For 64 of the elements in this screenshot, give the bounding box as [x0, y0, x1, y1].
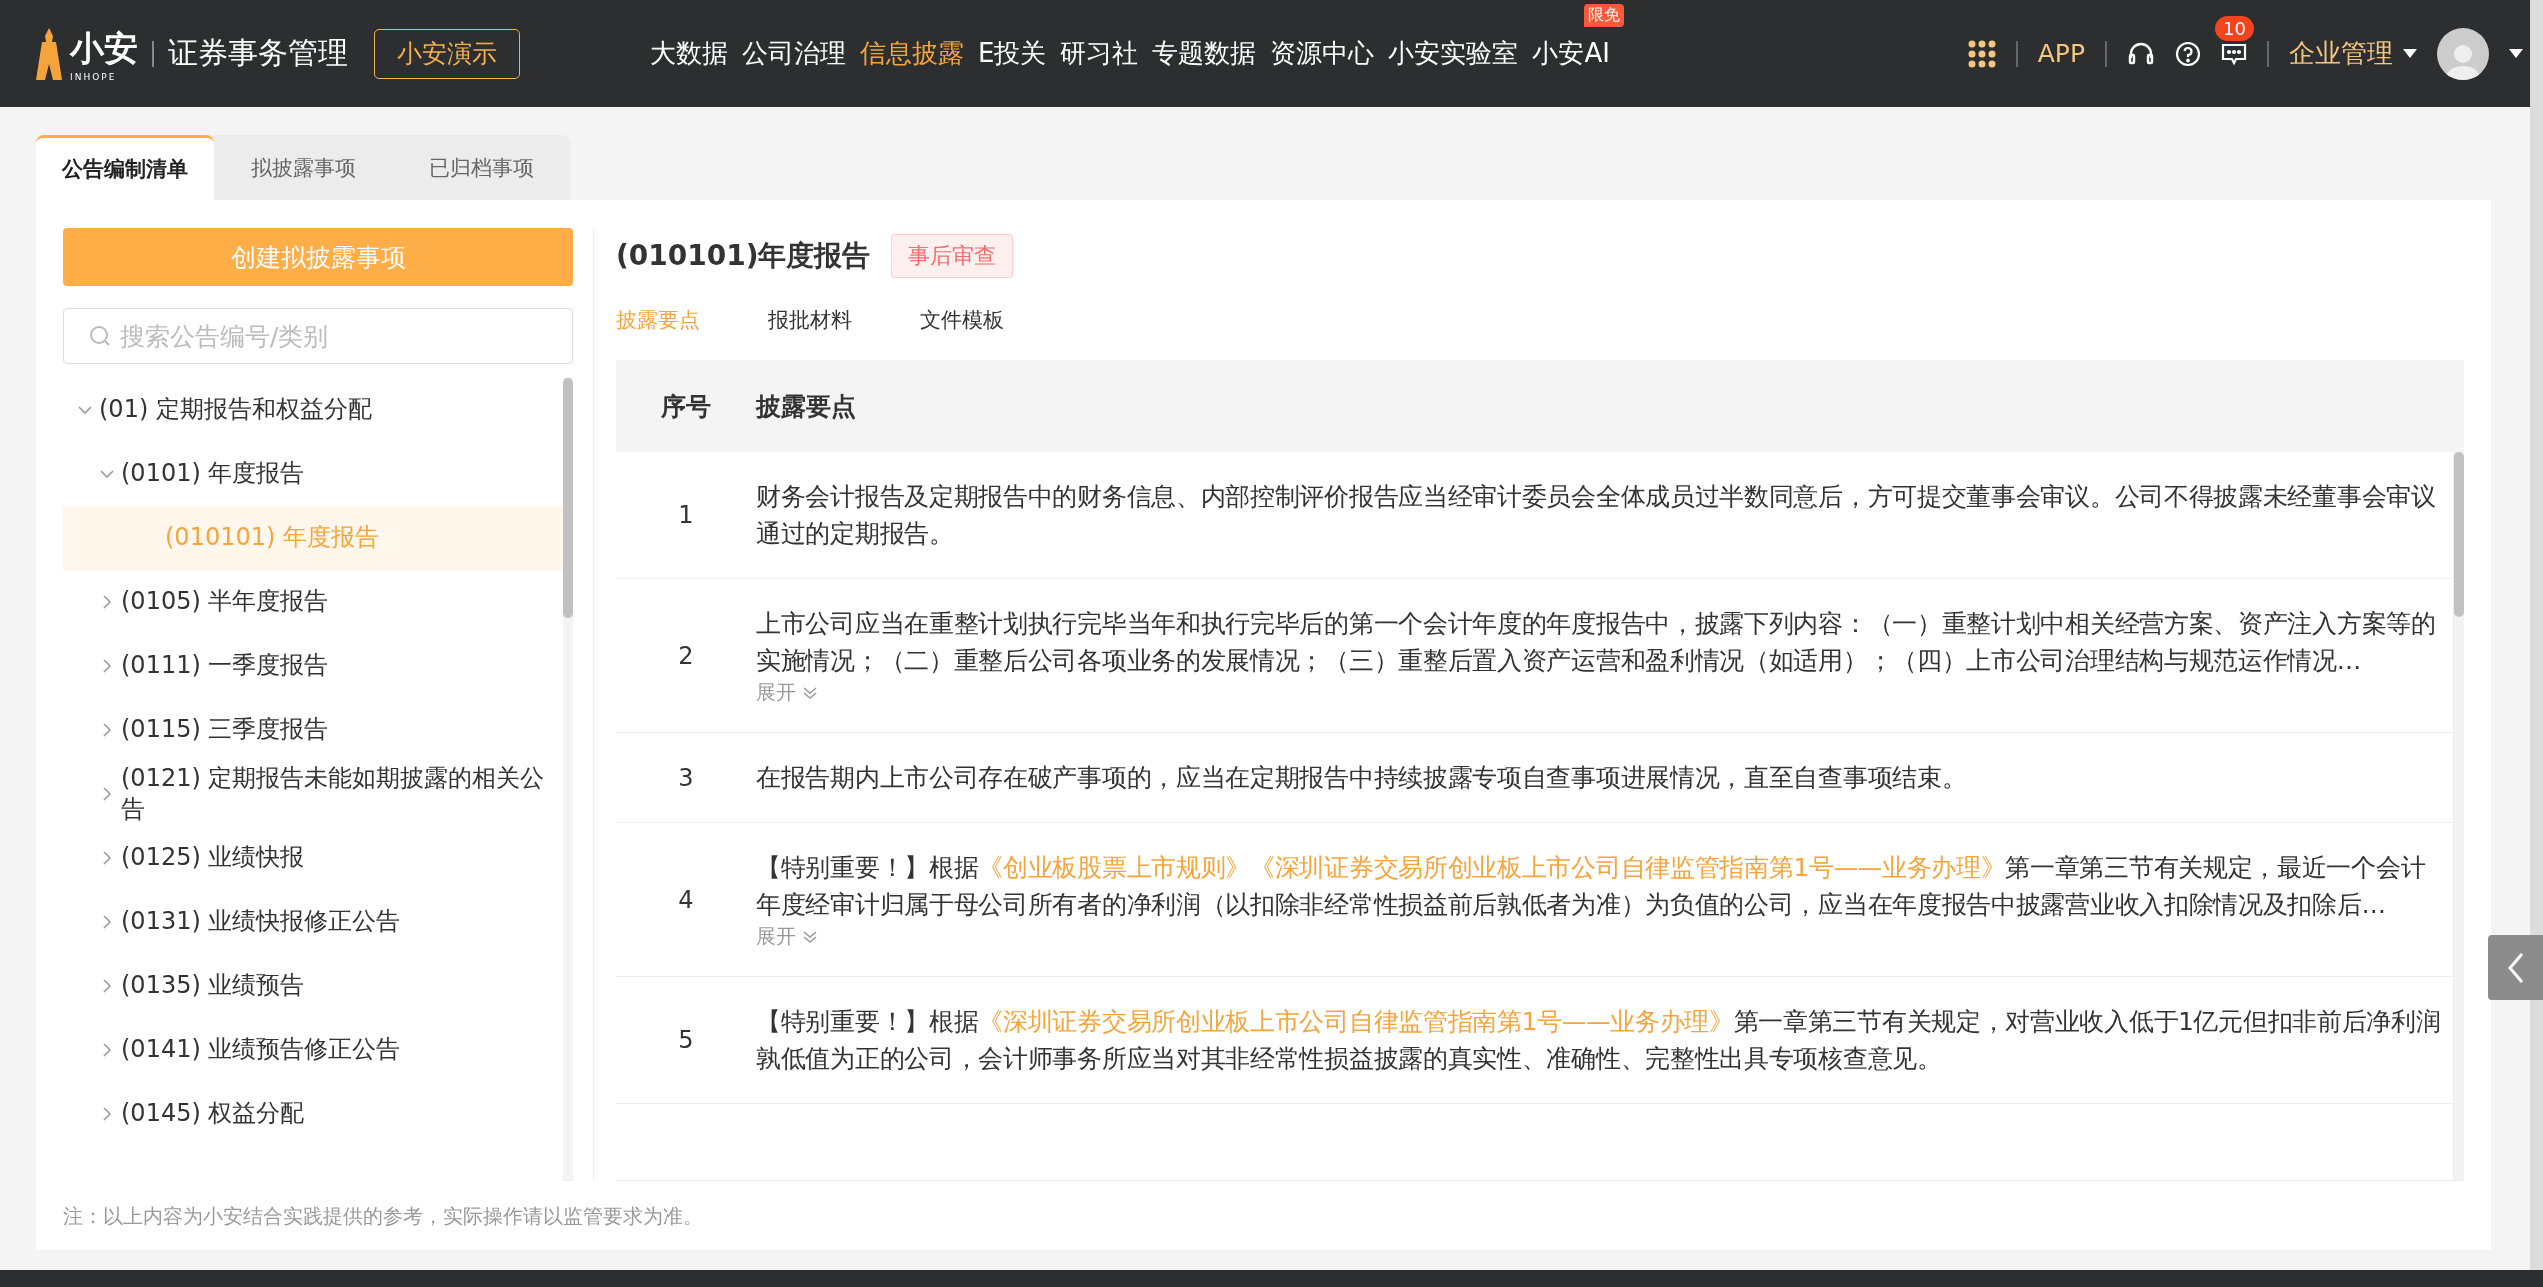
tree-item[interactable]: (0111) 一季度报告	[63, 634, 563, 698]
row-number: 2	[677, 641, 695, 670]
logo-subtitle: INHOPE	[70, 71, 118, 82]
search-icon	[89, 325, 111, 347]
sub-tab[interactable]: 报批材料	[768, 306, 852, 334]
chevron-left-icon	[2505, 951, 2526, 984]
tree-item[interactable]: (01) 定期报告和权益分配	[63, 378, 563, 442]
tower-logo-icon	[36, 27, 62, 80]
app-link[interactable]: APP	[2037, 39, 2085, 68]
detail-title: (010101)年度报告	[616, 238, 871, 274]
double-chevron-down-icon	[802, 929, 818, 944]
nav-link[interactable]: 小安AI	[1532, 36, 1610, 71]
search-field[interactable]: 搜索公告编号/类别	[63, 308, 573, 364]
disclosure-point: 财务会计报告及定期报告中的财务信息、内部控制评价报告应当经审计委员会全体成员过半数同意后，方可提交董事会审议。公司不得披露未经董事会审议通过的定期报告。	[756, 481, 2437, 550]
nav-link[interactable]: 小安实验室	[1388, 36, 1519, 71]
nav-link[interactable]: E投关	[978, 36, 1047, 71]
tree-item[interactable]: (0125) 业绩快报	[63, 826, 563, 890]
sub-tab[interactable]: 文件模板	[920, 306, 1004, 334]
tree-item[interactable]: (0135) 业绩预告	[63, 954, 563, 1018]
column-header: 披露要点	[756, 390, 856, 423]
tree-item[interactable]: (0101) 年度报告	[63, 442, 563, 506]
tree-item[interactable]: (0115) 三季度报告	[63, 698, 563, 762]
nav-link[interactable]: 专题数据	[1152, 36, 1257, 71]
tree-item[interactable]: (0145) 权益分配	[63, 1082, 563, 1146]
row-number: 1	[677, 501, 695, 529]
app-title: 证券事务管理	[168, 34, 348, 72]
tree-item[interactable]: (0131) 业绩快报修正公告	[63, 890, 563, 954]
scrollbar-thumb[interactable]	[2454, 452, 2464, 617]
disclosure-point: 【特别重要！】根据《创业板股票上市规则》《深圳证券交易所创业板上市公司自律监管指南第1号——业务办理》第一章第三节有关规定，最近一个会计年度经审计归属于母公司所有者的净利润（以扣除非经常性损益前后孰低者为准）为负值的公司，应当在年度报告中披露营业收入扣除情况及扣除后…	[756, 852, 2427, 921]
org-menu[interactable]: 企业管理	[2289, 36, 2417, 71]
disclosure-point: 上市公司应当在重整计划执行完毕当年和执行完毕后的第一个会计年度的年度报告中，披露下列内容：（一）重整计划中相关经营方案、资产注入方案等的实施情况；（二）重整后公司各项业务的发展情况；（三）重整后置入资产运营和盈利情况（如适用）；（四）上市公司治理结构与规范运作情况…	[756, 608, 2437, 677]
column-header: 序号	[660, 390, 712, 423]
grid-icon[interactable]	[1967, 39, 1996, 68]
disclosure-point: 【特别重要！】根据《深圳证券交易所创业板上市公司自律监管指南第1号——业务办理》第一章第三节有关规定，对营业收入低于1亿元但扣非前后净利润孰低值为正的公司，会计师事务所应当对其非经常性损益披露的真实性、准确性、完整性出具专项核查意见。	[756, 1006, 2442, 1075]
caret-down-icon[interactable]	[2403, 48, 2417, 59]
review-tag: 事后审查	[890, 234, 1013, 278]
row-number: 5	[677, 1026, 695, 1054]
tab[interactable]: 已归档事项	[392, 135, 570, 200]
notification-count: 10	[2215, 15, 2254, 41]
double-chevron-down-icon	[802, 685, 818, 700]
disclosure-point: 在报告期内上市公司存在破产事项的，应当在定期报告中持续披露专项自查事项进展情况，直至自查事项结束。	[756, 762, 1968, 794]
nav-link[interactable]: 研习社	[1060, 36, 1139, 71]
tree-item[interactable]: (0141) 业绩预告修正公告	[63, 1018, 563, 1082]
scrollbar-thumb[interactable]	[563, 378, 573, 618]
free-badge: 限免	[1583, 4, 1624, 27]
collapse-button[interactable]	[2488, 935, 2543, 1000]
row-number: 4	[677, 885, 695, 914]
page-scrollbar[interactable]	[2530, 0, 2543, 1270]
tab[interactable]: 公告编制清单	[36, 135, 214, 200]
nav-link[interactable]: 大数据	[650, 36, 728, 71]
footnote: 注：以上内容为小安结合实践提供的参考，实际操作请以监管要求为准。	[63, 1203, 704, 1230]
nav-link[interactable]: 资源中心	[1270, 36, 1375, 71]
demo-button[interactable]: 小安演示	[374, 28, 520, 79]
row-number: 3	[677, 763, 695, 792]
tree-item[interactable]: (0121) 定期报告未能如期披露的相关公告	[63, 762, 563, 826]
nav-link[interactable]: 公司治理	[742, 36, 846, 71]
logo-text: 小安	[70, 26, 138, 70]
tree-item[interactable]: (0105) 半年度报告	[63, 570, 563, 634]
help-icon[interactable]	[2175, 40, 2201, 67]
nav-link[interactable]: 信息披露	[860, 36, 964, 71]
caret-down-icon[interactable]	[2509, 48, 2523, 59]
avatar[interactable]	[2437, 27, 2489, 80]
message-icon[interactable]	[2221, 41, 2247, 66]
tab[interactable]: 拟披露事项	[214, 135, 392, 200]
